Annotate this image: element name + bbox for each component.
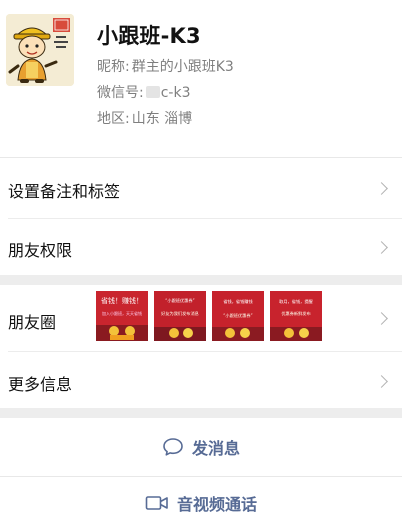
- poster-image-icon: “小跟班优惠券” 好友为我们发布消息: [154, 291, 206, 341]
- chevron-right-icon: [375, 182, 388, 195]
- moments-thumbnail[interactable]: 省钱！赚钱！ 加入小跟班，天天省钱: [96, 291, 148, 341]
- chevron-right-icon: [375, 312, 388, 325]
- friend-permissions-row[interactable]: 朋友权限: [0, 219, 402, 275]
- nickname-value: 群主的小跟班K3: [131, 59, 234, 75]
- wechat-id-label: 微信号:: [97, 85, 144, 101]
- chevron-right-icon: [375, 241, 388, 254]
- more-info-row[interactable]: 更多信息: [0, 352, 402, 408]
- remark-tags-label: 设置备注和标签: [8, 182, 121, 201]
- poster-image-icon: 取月，省钱，提醒 优惠券新鲜发布: [270, 291, 322, 341]
- wechat-id-line: 微信号: c-k3: [97, 82, 190, 102]
- redacted-mark: [145, 86, 160, 98]
- moments-thumbnail[interactable]: 取月，省钱，提醒 优惠券新鲜发布: [270, 291, 322, 341]
- section-gap: [0, 408, 402, 418]
- av-call-button[interactable]: 音视频通话: [0, 477, 402, 528]
- svg-text:“小跟班优惠券”: “小跟班优惠券”: [223, 312, 252, 319]
- moments-thumbnail[interactable]: “小跟班优惠券” 好友为我们发布消息: [154, 291, 206, 341]
- svg-text:“小跟班优惠券”: “小跟班优惠券”: [165, 297, 194, 304]
- remark-tags-row[interactable]: 设置备注和标签: [0, 158, 402, 218]
- moments-label: 朋友圈: [8, 313, 57, 332]
- svg-text:优惠券新鲜发布: 优惠券新鲜发布: [281, 310, 310, 317]
- chevron-right-icon: [375, 375, 388, 388]
- region-label: 地区:: [97, 111, 130, 127]
- video-camera-icon: [145, 495, 168, 510]
- profile-name: 小跟班-K3: [97, 24, 201, 48]
- moments-row[interactable]: 朋友圈 省钱！赚钱！ 加入小跟班，天天省钱 “小跟班优惠券” 好友为我们发布消息…: [0, 285, 402, 351]
- svg-text:取月，省钱，提醒: 取月，省钱，提醒: [279, 298, 313, 305]
- region-line: 地区: 山东 淄博: [97, 108, 192, 128]
- av-call-label: 音视频通话: [176, 494, 257, 514]
- more-info-label: 更多信息: [8, 375, 73, 394]
- send-message-button[interactable]: 发消息: [0, 418, 402, 476]
- poster-image-icon: 省钱！赚钱！ 加入小跟班，天天省钱: [96, 291, 148, 341]
- svg-text:省钱，省钱赚钱: 省钱，省钱赚钱: [223, 298, 252, 305]
- send-message-label: 发消息: [191, 439, 240, 458]
- avatar[interactable]: [6, 14, 74, 86]
- friend-permissions-label: 朋友权限: [8, 241, 73, 260]
- nickname-label: 昵称:: [97, 59, 130, 75]
- wechat-id-value[interactable]: c-k3: [161, 85, 191, 101]
- svg-text:省钱！赚钱！: 省钱！赚钱！: [101, 296, 143, 305]
- poster-image-icon: 省钱，省钱赚钱 “小跟班优惠券”: [212, 291, 264, 341]
- section-gap: [0, 275, 402, 285]
- svg-text:加入小跟班，天天省钱: 加入小跟班，天天省钱: [102, 310, 142, 316]
- moments-thumbnail[interactable]: 省钱，省钱赚钱 “小跟班优惠券”: [212, 291, 264, 341]
- svg-text:好友为我们发布消息: 好友为我们发布消息: [161, 310, 199, 317]
- chat-bubble-icon: [163, 438, 183, 456]
- region-value: 山东 淄博: [131, 111, 193, 127]
- avatar-cartoon-icon: [6, 14, 74, 86]
- nickname-line: 昵称: 群主的小跟班K3: [97, 56, 234, 76]
- profile-header: 小跟班-K3 昵称: 群主的小跟班K3 微信号: c-k3 地区: 山东 淄博: [0, 0, 402, 156]
